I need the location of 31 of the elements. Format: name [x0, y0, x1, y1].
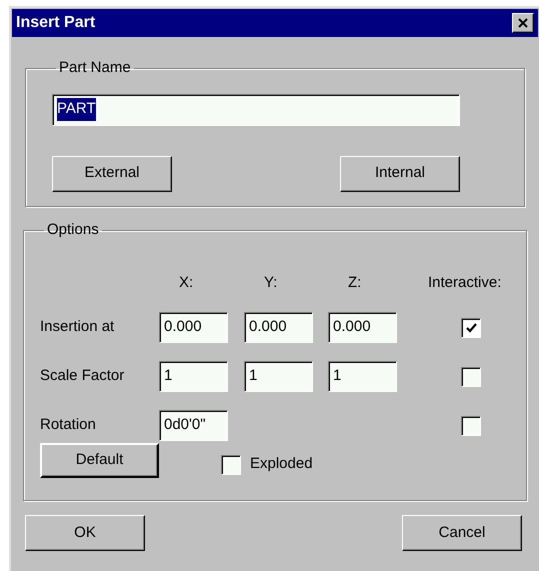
input-field[interactable]: 0.000	[159, 312, 228, 343]
checkbox[interactable]	[461, 318, 481, 338]
column-header: Interactive:	[428, 272, 502, 292]
input-field[interactable]: 0d0'0"	[159, 410, 228, 441]
close-icon	[518, 18, 528, 28]
checkbox[interactable]	[461, 416, 481, 436]
dialog-button[interactable]: Cancel	[402, 515, 522, 551]
column-header: Y:	[264, 272, 278, 292]
part-name-field[interactable]: PART	[52, 94, 460, 126]
group-label: Options	[46, 220, 100, 240]
input-field[interactable]: 1	[159, 361, 228, 392]
row-label: Insertion at	[40, 317, 114, 338]
column-header: Z:	[348, 272, 362, 292]
input-field[interactable]: 1	[328, 361, 397, 392]
close-button[interactable]	[512, 13, 534, 33]
row-label: Scale Factor	[40, 366, 124, 386]
part-source-button[interactable]: Internal	[340, 156, 460, 192]
checkbox-label: Exploded	[250, 454, 313, 474]
part-source-button[interactable]: External	[52, 156, 172, 192]
checkbox[interactable]	[221, 454, 241, 474]
window-title: Insert Part	[16, 13, 96, 33]
input-field[interactable]: 1	[244, 361, 313, 392]
group-label: Part Name	[58, 58, 132, 78]
default-button[interactable]: Default	[40, 443, 159, 478]
checkbox[interactable]	[461, 366, 481, 386]
input-field[interactable]: 0.000	[328, 312, 397, 343]
dialog-button[interactable]: OK	[25, 515, 145, 551]
input-field[interactable]: 0.000	[244, 312, 313, 343]
row-label: Rotation	[40, 415, 96, 436]
field-value: PART	[57, 98, 96, 121]
column-header: X:	[179, 272, 194, 292]
